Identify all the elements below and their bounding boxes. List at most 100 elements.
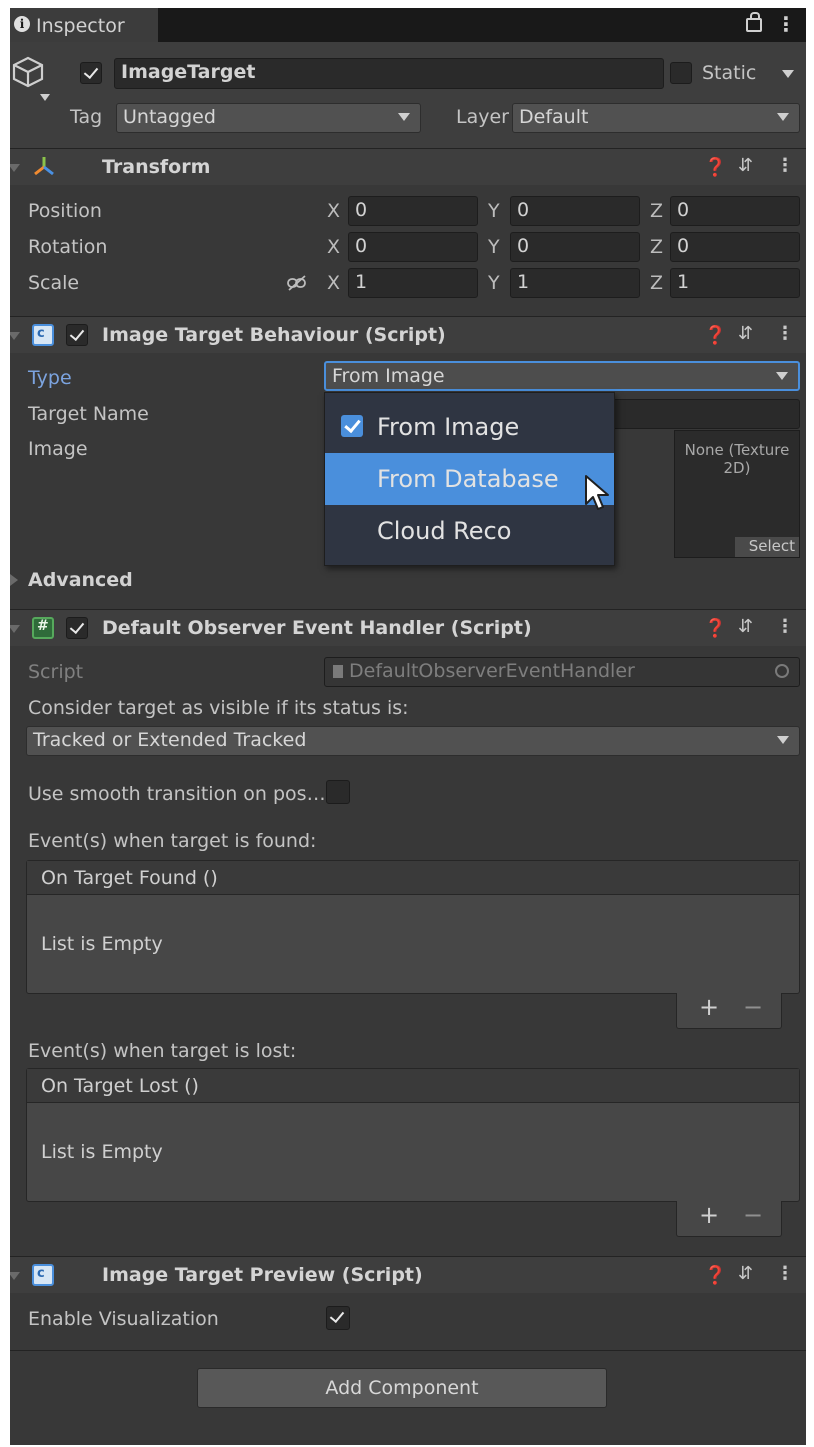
- dropdown-option-cloud-reco[interactable]: Cloud Reco: [325, 505, 614, 557]
- menu-dots-icon[interactable]: ⋮: [776, 616, 794, 637]
- scale-y-field[interactable]: 1: [510, 268, 640, 298]
- remove-event-button[interactable]: −: [743, 1201, 763, 1229]
- layer-dropdown[interactable]: Default: [512, 103, 800, 133]
- target-name-label: Target Name: [28, 403, 149, 425]
- component-enabled-toggle[interactable]: [66, 324, 88, 346]
- list-empty-label: List is Empty: [41, 933, 163, 955]
- remove-event-button[interactable]: −: [743, 993, 763, 1021]
- gameobject-cube-icon[interactable]: [10, 52, 48, 92]
- preset-icon[interactable]: ⇵: [738, 155, 753, 176]
- component-enabled-toggle[interactable]: [66, 617, 88, 639]
- constrain-proportions-icon[interactable]: [286, 274, 308, 292]
- fold-collapsed-icon[interactable]: [10, 574, 18, 586]
- tag-label: Tag: [70, 106, 103, 128]
- texture-none-label: None (Texture 2D): [684, 441, 790, 477]
- help-icon[interactable]: ❓: [704, 157, 726, 178]
- add-event-button[interactable]: +: [699, 993, 719, 1021]
- type-value: From Image: [332, 365, 445, 387]
- fold-icon[interactable]: [10, 625, 20, 633]
- component-title: Transform: [102, 156, 211, 178]
- dropdown-option-from-database[interactable]: From Database: [325, 453, 614, 505]
- rotation-y-field[interactable]: 0: [510, 232, 640, 262]
- rotation-x-field[interactable]: 0: [348, 232, 478, 262]
- enable-visualization-checkbox[interactable]: [326, 1306, 350, 1330]
- menu-dots-icon[interactable]: ⋮: [776, 323, 794, 344]
- image-label: Image: [28, 438, 88, 460]
- axis-z-label[interactable]: Z: [650, 236, 663, 258]
- option-label: From Image: [377, 413, 520, 441]
- found-event-controls: + −: [676, 993, 782, 1029]
- list-empty-label: List is Empty: [41, 1141, 163, 1163]
- preset-icon[interactable]: ⇵: [738, 616, 753, 637]
- smooth-transition-label: Use smooth transition on pos…: [28, 783, 326, 805]
- axis-x-label[interactable]: X: [327, 272, 340, 294]
- event-title: On Target Found (): [41, 867, 218, 889]
- position-x-field[interactable]: 0: [348, 196, 478, 226]
- on-target-lost-event: On Target Lost () List is Empty: [26, 1068, 800, 1202]
- menu-dots-icon[interactable]: ⋮: [776, 12, 796, 36]
- observer-handler-header[interactable]: # Default Observer Event Handler (Script…: [10, 610, 806, 646]
- menu-dots-icon[interactable]: ⋮: [776, 1263, 794, 1284]
- fold-icon[interactable]: [10, 1272, 20, 1280]
- axis-y-label[interactable]: Y: [488, 200, 500, 222]
- fold-icon[interactable]: [10, 332, 20, 340]
- static-toggle[interactable]: [670, 62, 692, 84]
- fold-icon[interactable]: [10, 164, 20, 172]
- help-icon[interactable]: ❓: [704, 325, 726, 346]
- layer-value: Default: [519, 106, 589, 128]
- transform-icon: [34, 157, 54, 176]
- dropdown-option-from-image[interactable]: From Image: [325, 401, 614, 453]
- object-name-field[interactable]: ImageTarget: [114, 58, 664, 89]
- tag-value: Untagged: [123, 106, 216, 128]
- axis-z-label[interactable]: Z: [650, 200, 663, 222]
- csharp-script-icon: c: [32, 1264, 54, 1286]
- preset-icon[interactable]: ⇵: [738, 1263, 753, 1284]
- transform-header[interactable]: Transform ❓ ⇵ ⋮: [10, 149, 806, 185]
- menu-dots-icon[interactable]: ⋮: [776, 155, 794, 176]
- script-value: DefaultObserverEventHandler: [349, 660, 635, 682]
- tag-dropdown[interactable]: Untagged: [116, 103, 421, 133]
- image-target-preview-header[interactable]: c Image Target Preview (Script) ❓ ⇵ ⋮: [10, 1257, 806, 1293]
- component-title: Image Target Preview (Script): [102, 1264, 423, 1286]
- layer-label: Layer: [456, 106, 509, 128]
- preset-icon[interactable]: ⇵: [738, 323, 753, 344]
- active-toggle[interactable]: [80, 62, 102, 84]
- axis-y-label[interactable]: Y: [488, 272, 500, 294]
- event-title: On Target Lost (): [41, 1075, 199, 1097]
- axis-x-label[interactable]: X: [327, 236, 340, 258]
- advanced-foldout[interactable]: Advanced: [28, 569, 133, 591]
- image-target-behaviour-header[interactable]: c Image Target Behaviour (Script) ❓ ⇵ ⋮: [10, 317, 806, 353]
- status-value: Tracked or Extended Tracked: [33, 729, 307, 751]
- type-dropdown[interactable]: From Image: [324, 361, 800, 391]
- scale-x-field[interactable]: 1: [348, 268, 478, 298]
- lock-icon[interactable]: [746, 12, 762, 32]
- type-dropdown-menu: From Image From Database Cloud Reco: [324, 392, 615, 566]
- help-icon[interactable]: ❓: [704, 1265, 726, 1286]
- script-reference-field: DefaultObserverEventHandler: [324, 657, 800, 687]
- image-texture-field[interactable]: None (Texture 2D) Select: [674, 430, 800, 558]
- position-y-field[interactable]: 0: [510, 196, 640, 226]
- row-label: Rotation: [28, 236, 108, 258]
- axis-z-label[interactable]: Z: [650, 272, 663, 294]
- dropdown-arrow-icon: [777, 113, 789, 121]
- static-dropdown-icon[interactable]: [782, 70, 794, 78]
- scale-z-field[interactable]: 1: [670, 268, 800, 298]
- add-component-button[interactable]: Add Component: [197, 1368, 607, 1408]
- csharp-script-icon: c: [32, 324, 54, 346]
- axis-x-label[interactable]: X: [327, 200, 340, 222]
- tab-inspector[interactable]: i Inspector: [10, 8, 158, 42]
- rotation-z-field[interactable]: 0: [670, 232, 800, 262]
- status-filter-dropdown[interactable]: Tracked or Extended Tracked: [26, 726, 800, 756]
- select-button[interactable]: Select: [735, 537, 799, 557]
- gameobject-header: ImageTarget Static Tag Untagged Layer De…: [10, 42, 806, 148]
- info-icon: i: [14, 16, 30, 32]
- static-label: Static: [702, 62, 757, 84]
- checkmark-icon: [341, 415, 363, 437]
- smooth-transition-checkbox[interactable]: [326, 780, 350, 804]
- add-event-button[interactable]: +: [699, 1201, 719, 1229]
- position-z-field[interactable]: 0: [670, 196, 800, 226]
- axis-y-label[interactable]: Y: [488, 236, 500, 258]
- chevron-down-icon[interactable]: [40, 94, 50, 101]
- row-label: Position: [28, 200, 102, 222]
- help-icon[interactable]: ❓: [704, 618, 726, 639]
